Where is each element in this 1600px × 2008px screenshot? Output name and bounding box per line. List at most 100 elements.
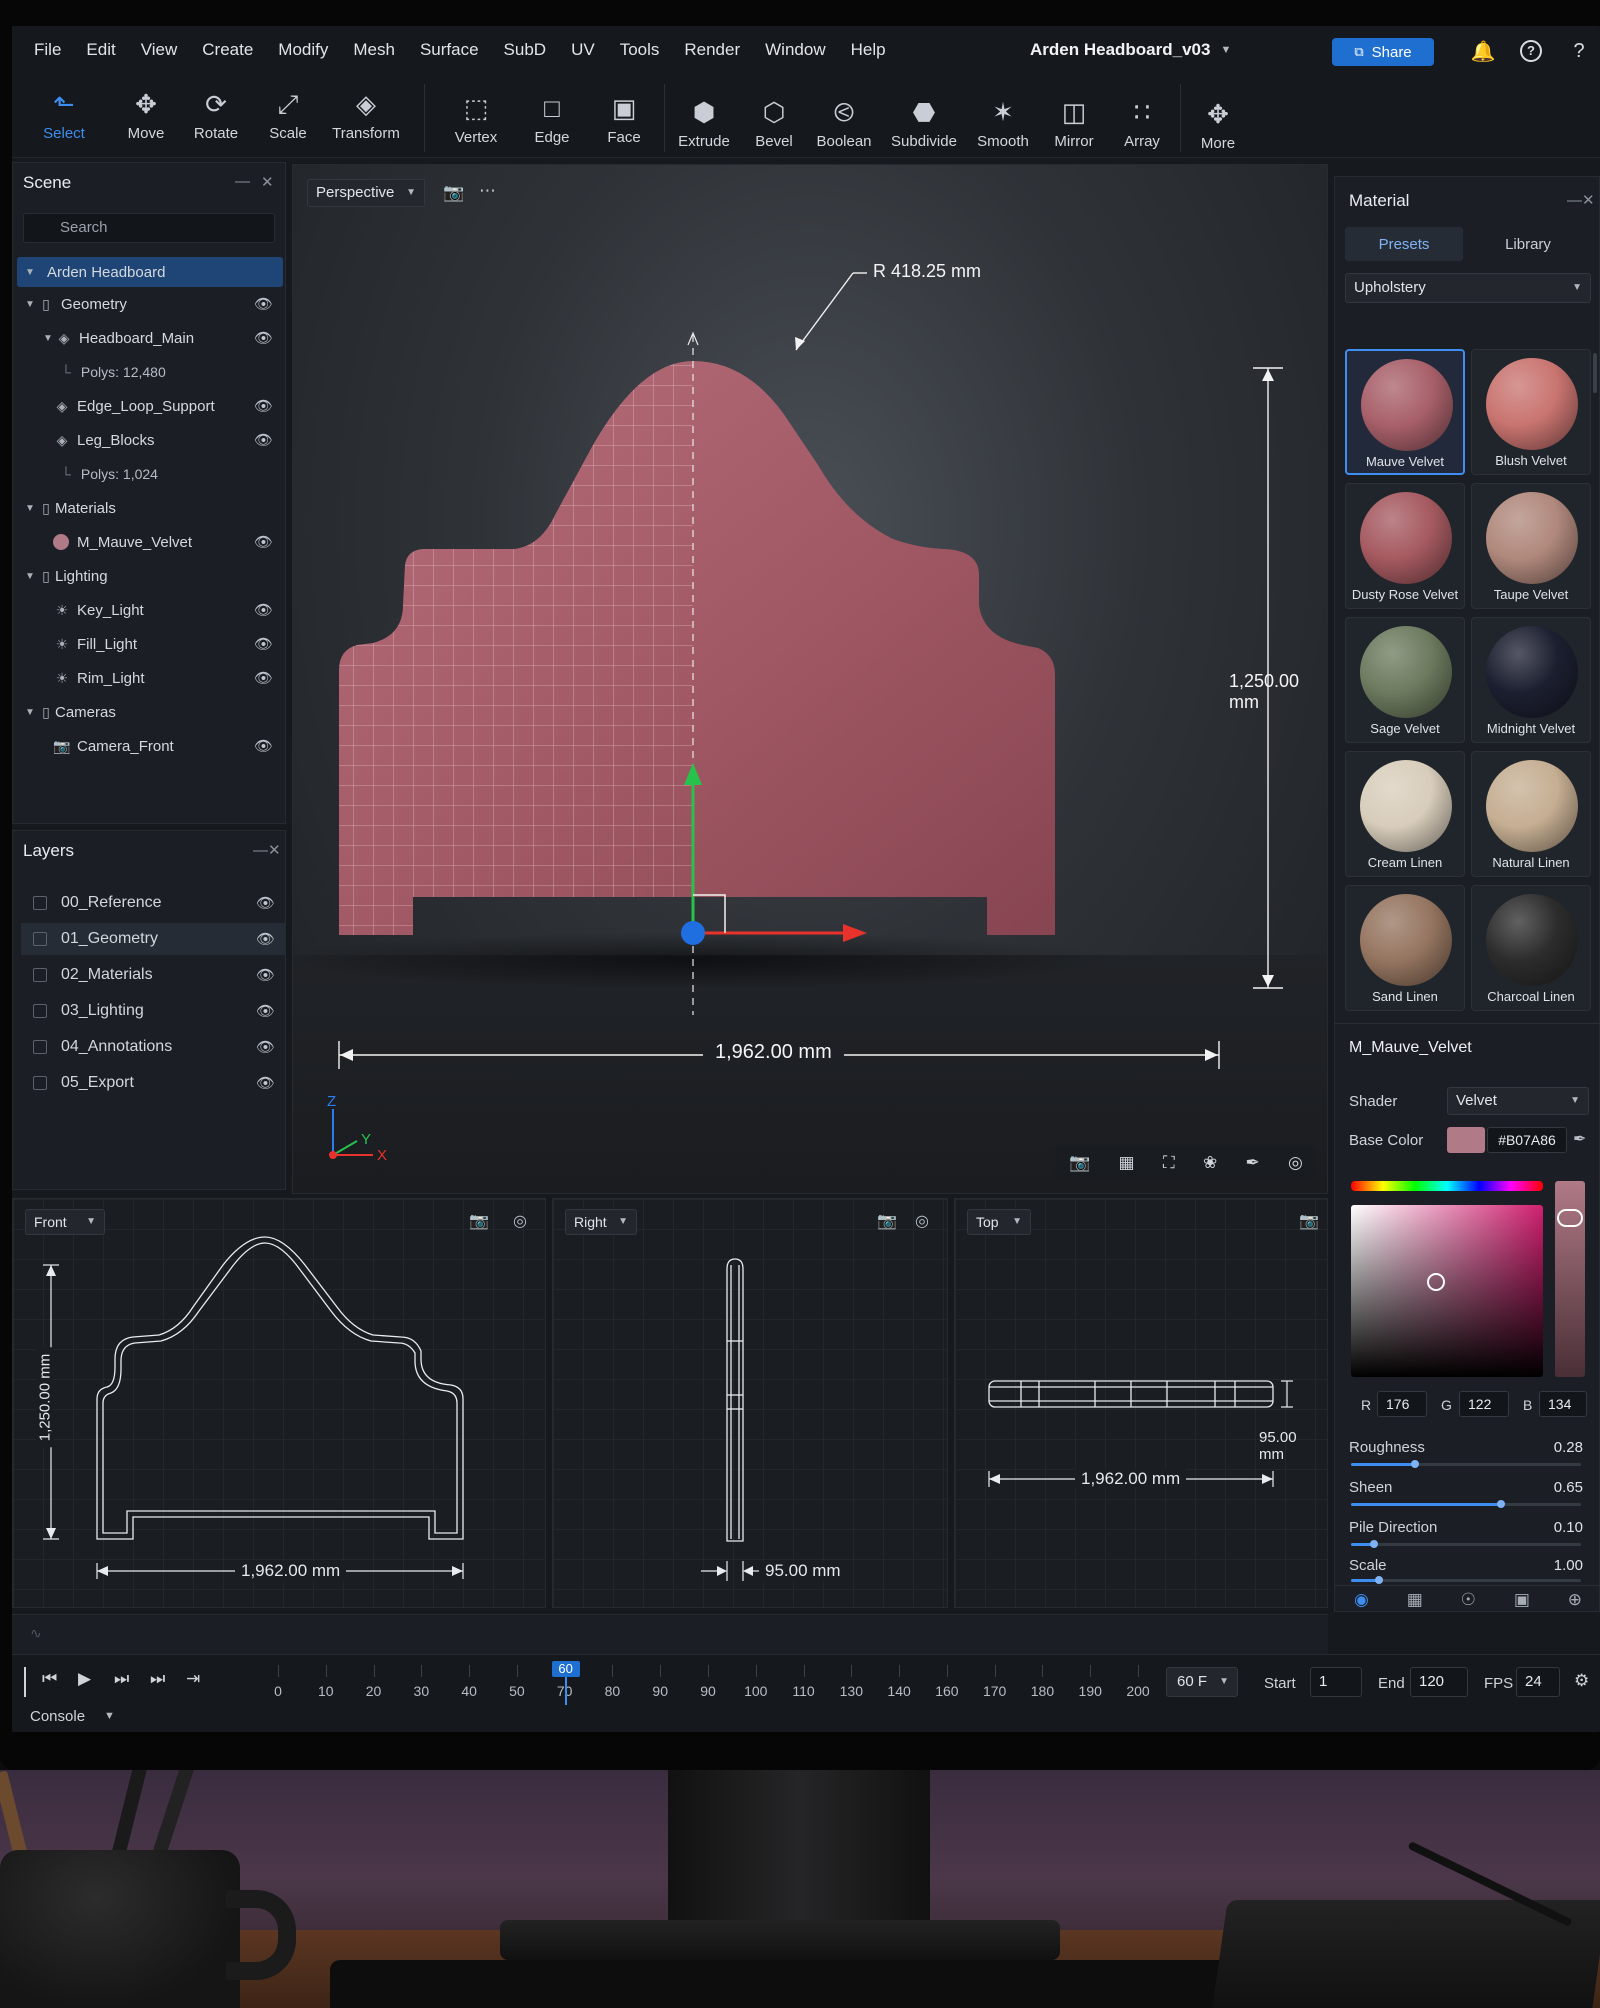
slider-knob[interactable] [1497, 1500, 1505, 1508]
menu-render[interactable]: Render [684, 40, 740, 60]
chevron-down-icon[interactable]: ▼ [41, 333, 55, 344]
tab-presets[interactable]: Presets [1345, 227, 1463, 261]
question-icon[interactable]: ? [1566, 38, 1592, 64]
tree-item-material[interactable]: M_Mauve_Velvet 👁 [13, 527, 285, 557]
tree-group-materials[interactable]: ▼ ▯ Materials [13, 493, 285, 523]
layer-row[interactable]: 03_Lighting 👁 [21, 995, 285, 1027]
screenshot-icon[interactable]: 📷 [1069, 1153, 1090, 1173]
chevron-down-icon[interactable]: ▼ [23, 571, 37, 582]
hex-color-input[interactable]: #B07A86 [1487, 1127, 1567, 1153]
subdivide-tool[interactable]: ⬣ Subdivide [886, 98, 962, 150]
tree-item-edge-loop[interactable]: ◈ Edge_Loop_Support 👁 [13, 391, 285, 421]
eye-icon[interactable]: 👁 [254, 329, 273, 347]
help-circle-icon[interactable]: ? [1518, 38, 1544, 64]
skip-back-icon[interactable]: ⏮ [42, 1669, 57, 1689]
menu-create[interactable]: Create [202, 40, 253, 60]
preset-cream-linen[interactable]: Cream Linen [1345, 751, 1465, 877]
menu-window[interactable]: Window [765, 40, 825, 60]
tree-item-leg-blocks[interactable]: ◈ Leg_Blocks 👁 [13, 425, 285, 455]
brightness-slider-knob[interactable] [1557, 1209, 1583, 1227]
eye-icon[interactable]: 👁 [254, 397, 273, 415]
node-icon[interactable]: ☉ [1461, 1590, 1476, 1610]
perspective-viewport[interactable]: R 418.25 mm 1,250.00 mm 1,962.00 mm Pers… [292, 164, 1328, 1194]
preset-midnight-velvet[interactable]: Midnight Velvet [1471, 617, 1591, 743]
menu-uv[interactable]: UV [571, 40, 595, 60]
base-color-swatch[interactable] [1447, 1127, 1485, 1153]
curve-icon[interactable]: ∿ [30, 1625, 42, 1642]
red-input[interactable]: 176 [1377, 1391, 1427, 1417]
target-icon[interactable]: ◎ [1288, 1153, 1303, 1173]
timeline-ruler[interactable]: 0102030405070809090100110130140160170180… [258, 1661, 1150, 1705]
tree-group-lighting[interactable]: ▼ ▯ Lighting [13, 561, 285, 591]
loop-icon[interactable]: ⇥ [186, 1669, 200, 1689]
chevron-down-icon[interactable]: ▼ [23, 267, 37, 278]
tree-group-cameras[interactable]: ▼ ▯ Cameras [13, 697, 285, 727]
color-picker-cursor[interactable] [1427, 1273, 1445, 1291]
frame-rate-select[interactable]: 60 F ▼ [1166, 1667, 1238, 1697]
edge-mode[interactable]: □ Edge [522, 94, 582, 146]
pile-direction-slider[interactable] [1351, 1540, 1581, 1548]
smooth-tool[interactable]: ✶ Smooth [970, 98, 1036, 150]
boolean-tool[interactable]: ⧀ Boolean [810, 98, 878, 150]
eye-icon[interactable]: 👁 [254, 737, 273, 755]
menu-subd[interactable]: SubD [504, 40, 547, 60]
eye-icon[interactable]: 👁 [254, 431, 273, 449]
view-options-icon[interactable]: ⋯ [479, 181, 496, 201]
menu-surface[interactable]: Surface [420, 40, 479, 60]
gear-icon[interactable]: ⚙ [1574, 1671, 1589, 1691]
eye-icon[interactable]: 👁 [256, 1002, 275, 1020]
layer-checkbox[interactable] [33, 1040, 47, 1054]
step-forward-icon[interactable]: ⏭ [114, 1669, 129, 1689]
shader-select[interactable]: Velvet ▼ [1447, 1087, 1589, 1115]
green-input[interactable]: 122 [1459, 1391, 1509, 1417]
frame-select-icon[interactable]: ⛶ [1163, 1153, 1175, 1173]
project-title-dropdown[interactable]: Arden Headboard_v03 ▼ [1030, 40, 1231, 60]
start-frame-input[interactable]: 1 [1310, 1667, 1362, 1697]
menu-modify[interactable]: Modify [278, 40, 328, 60]
hue-slider[interactable] [1351, 1181, 1543, 1191]
console-bar[interactable]: Console ▼ [12, 1708, 1600, 1732]
roughness-slider[interactable] [1351, 1460, 1581, 1468]
right-viewport[interactable]: Right ▼ 📷 ◎ 95.00 mm [552, 1198, 948, 1608]
scale-tool[interactable]: ⤢ Scale [258, 90, 318, 142]
chevron-down-icon[interactable]: ▼ [23, 707, 37, 718]
layer-checkbox[interactable] [33, 1004, 47, 1018]
scene-search-input[interactable]: Search [23, 213, 275, 243]
preset-sand-linen[interactable]: Sand Linen [1345, 885, 1465, 1011]
tab-library[interactable]: Library [1469, 227, 1587, 261]
skip-forward-icon[interactable]: ⏭ [150, 1669, 165, 1689]
eye-icon[interactable]: 👁 [256, 966, 275, 984]
close-icon[interactable]: ✕ [261, 173, 274, 191]
eye-icon[interactable]: 👁 [256, 930, 275, 948]
tree-root-arden-headboard[interactable]: ▼ Arden Headboard [17, 257, 283, 287]
image-icon[interactable]: ▣ [1514, 1590, 1530, 1610]
scale-slider[interactable] [1351, 1576, 1581, 1584]
material-sphere-icon[interactable]: ◉ [1354, 1590, 1369, 1610]
tree-item-rim-light[interactable]: ☀ Rim_Light 👁 [13, 663, 285, 693]
extrude-tool[interactable]: ⬢ Extrude [672, 98, 736, 150]
share-button[interactable]: ⧉ Share [1332, 38, 1434, 66]
layer-checkbox[interactable] [33, 932, 47, 946]
move-tool[interactable]: ✥ Move [116, 90, 176, 142]
tree-group-geometry[interactable]: ▼ ▯ Geometry 👁 [13, 289, 285, 319]
play-icon[interactable]: ▶ [78, 1669, 91, 1689]
preset-dusty-rose-velvet[interactable]: Dusty Rose Velvet [1345, 483, 1465, 609]
tree-item-headboard-main[interactable]: ▼ ◈ Headboard_Main 👁 [13, 323, 285, 353]
lighting-mode-icon[interactable]: ❀ [1203, 1153, 1217, 1173]
preset-mauve-velvet[interactable]: Mauve Velvet [1345, 349, 1465, 475]
minimize-icon[interactable]: — [235, 173, 250, 190]
vertex-mode[interactable]: ⬚ Vertex [446, 94, 506, 146]
sheen-slider[interactable] [1351, 1500, 1581, 1508]
front-viewport[interactable]: Front ▼ 📷 ◎ 1,250.00 mm 1,962.00 mm [12, 1198, 546, 1608]
chevron-down-icon[interactable]: ▼ [23, 299, 37, 310]
eye-icon[interactable]: 👁 [256, 894, 275, 912]
slider-knob[interactable] [1411, 1460, 1419, 1468]
transform-tool[interactable]: ◈ Transform [330, 90, 402, 142]
fps-input[interactable]: 24 [1516, 1667, 1560, 1697]
layer-checkbox[interactable] [33, 968, 47, 982]
saturation-value-picker[interactable] [1351, 1205, 1543, 1377]
menu-mesh[interactable]: Mesh [353, 40, 395, 60]
bell-icon[interactable]: 🔔 [1470, 38, 1496, 64]
eye-icon[interactable]: 👁 [254, 295, 273, 313]
layer-row[interactable]: 00_Reference 👁 [21, 887, 285, 919]
